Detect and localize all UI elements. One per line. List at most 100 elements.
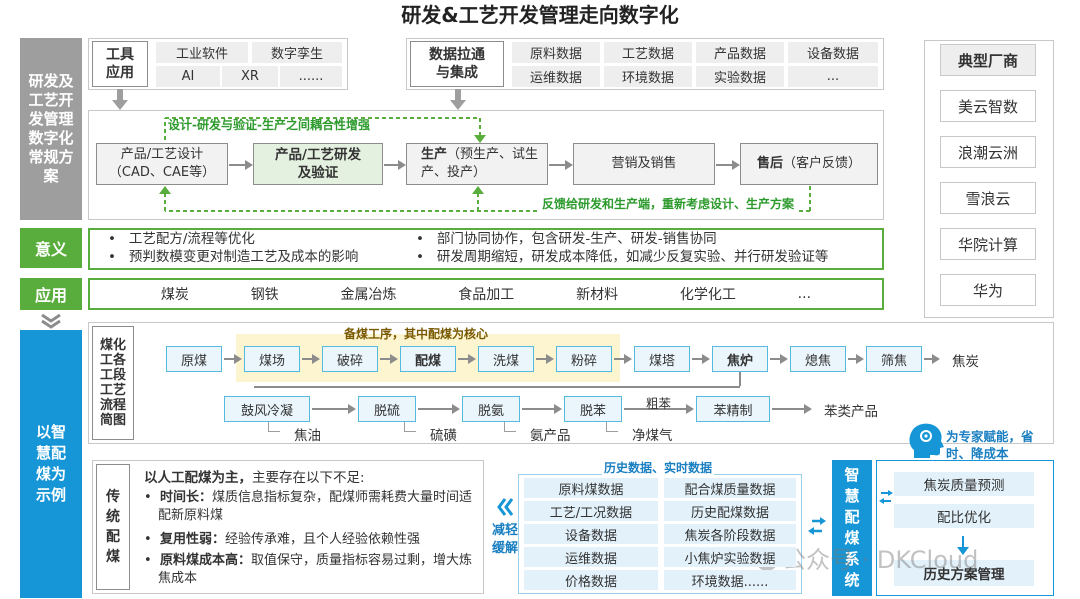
meaning-right-text: 研发周期缩短，研发成本降低，如减少反复实验、并行研发验证等 bbox=[436, 249, 829, 265]
gas-step: 脱硫 bbox=[358, 396, 416, 422]
application-panel: 煤炭 钢铁 金属冶炼 食品加工 新材料 化学化工 ... bbox=[88, 278, 884, 310]
flow-arrow bbox=[418, 404, 460, 414]
side-label-meaning: 意义 bbox=[20, 228, 82, 268]
meaning-left-item: • 预判数模变更对制造工艺及成本的影响 bbox=[108, 249, 359, 265]
meaning-right-text: 部门协同协作，包含研发-生产、研发-销售协同 bbox=[436, 231, 717, 247]
tools-label: 工具应用 bbox=[106, 47, 134, 81]
process-step: 筛焦 bbox=[866, 346, 922, 372]
side-label-smart-text: 以智慧配煤为示例 bbox=[35, 423, 66, 504]
flow-arrow bbox=[716, 160, 740, 170]
flow-arrow bbox=[848, 354, 864, 364]
traditional-issue: • 时间长：煤质信息指标复杂，配煤师需耗费大量时间适配新原料煤 bbox=[144, 490, 472, 523]
tool-cell: ...... bbox=[280, 66, 342, 87]
relief-label: 减轻缓解 bbox=[491, 523, 518, 556]
vendor-item: 华为 bbox=[940, 274, 1036, 306]
byproduct-connector bbox=[504, 422, 516, 432]
flow-arrow bbox=[380, 354, 398, 364]
traditional-label: 传统配煤 bbox=[106, 489, 120, 565]
down-arrow-icon bbox=[450, 89, 466, 110]
flow-arrow bbox=[522, 404, 562, 414]
feedback-label: 反馈给研发和生产端，重新考虑设计、生产方案 bbox=[540, 195, 797, 212]
traditional-issue: • 原料煤成本高：取值保守，质量指标容易过剩，增大炼焦成本 bbox=[144, 553, 472, 586]
traditional-issue: • 复用性弱：经验传承难，且个人经验依赖性强 bbox=[144, 532, 420, 547]
meaning-right-item: • 研发周期缩短，研发成本降低，如减少反复实验、并行研发验证等 bbox=[416, 249, 829, 265]
side-label-meaning-text: 意义 bbox=[34, 240, 67, 259]
flow-arrow bbox=[458, 354, 476, 364]
process-end-benzene: 苯类产品 bbox=[824, 404, 878, 420]
application-item: 煤炭 bbox=[160, 287, 189, 303]
gas-step: 脱氨 bbox=[462, 396, 520, 422]
process-connector bbox=[254, 386, 740, 388]
byproduct-item: 硫磺 bbox=[430, 428, 457, 444]
side-label-smart: 以智慧配煤为示例 bbox=[20, 330, 82, 598]
flow-step-rd-text: 产品/工艺研发及验证 bbox=[275, 147, 361, 181]
traditional-label-box: 传统配煤 bbox=[96, 464, 130, 590]
vendor-item: 华院计算 bbox=[940, 228, 1036, 260]
vendor-item: 雪浪云 bbox=[940, 182, 1036, 214]
data-grid-cell: 小焦炉实验数据 bbox=[664, 547, 796, 567]
application-item: 食品加工 bbox=[458, 287, 515, 303]
application-item: 金属冶炼 bbox=[340, 287, 397, 303]
tools-label-box: 工具应用 bbox=[92, 41, 148, 87]
meaning-left-item: • 工艺配方/流程等优化 bbox=[108, 231, 255, 247]
flow-arrow bbox=[224, 354, 242, 364]
traditional-heading-rest: 主要存在以下不足: bbox=[252, 470, 365, 486]
flow-step-design: 产品/工艺设计（CAD、CAE等） bbox=[96, 143, 228, 185]
coal-prep-label: 备煤工序，其中配煤为核心 bbox=[344, 327, 489, 341]
process-end-coke: 焦炭 bbox=[952, 354, 979, 370]
data-grid-cell: 工艺/工况数据 bbox=[524, 501, 658, 521]
data-cell: 实验数据 bbox=[696, 66, 784, 87]
application-item: 钢铁 bbox=[250, 287, 279, 303]
flow-arrow bbox=[312, 404, 356, 414]
flow-arrow bbox=[772, 404, 812, 414]
application-item: 化学化工 bbox=[679, 287, 736, 303]
data-grid-cell: 环境数据...... bbox=[664, 570, 796, 590]
coking-label-box: 煤化工各工段工艺流程简图 bbox=[92, 326, 134, 440]
flow-step-sales: 营销及销售 bbox=[573, 143, 715, 185]
vendors-label-text: 典型厂商 bbox=[957, 51, 1018, 70]
data-integration-label: 数据拉通与集成 bbox=[429, 47, 485, 81]
flow-arrow bbox=[384, 160, 406, 170]
tool-cell: 数字孪生 bbox=[252, 42, 342, 63]
expert-label: 为专家赋能，省时、降成本 bbox=[946, 429, 1034, 461]
smart-system-label: 智慧配煤系统 bbox=[832, 460, 872, 596]
issue-text: 经验传承难，且个人经验依赖性强 bbox=[224, 532, 420, 547]
vendors-label: 典型厂商 bbox=[940, 44, 1036, 76]
history-data-label: 历史数据、实时数据 bbox=[602, 459, 715, 476]
issue-bold: 复用性弱： bbox=[159, 532, 225, 547]
gas-step: 鼓风冷凝 bbox=[224, 396, 310, 422]
vendor-item: 美云智数 bbox=[940, 90, 1036, 122]
data-grid-cell: 焦炭各阶段数据 bbox=[664, 524, 796, 544]
process-connector bbox=[739, 372, 741, 386]
gas-step: 苯精制 bbox=[696, 396, 770, 422]
data-cell: 运维数据 bbox=[512, 66, 600, 87]
flow-arrow bbox=[614, 354, 632, 364]
byproduct-connector bbox=[606, 422, 618, 432]
process-step: 熄焦 bbox=[790, 346, 846, 372]
flow-step-aftersales-detail: （客户反馈） bbox=[783, 156, 862, 171]
flow-arrow bbox=[302, 354, 320, 364]
flow-arrow bbox=[549, 160, 573, 170]
feature-ratio-optimization: 配比优化 bbox=[894, 504, 1034, 528]
side-label-rd: 研发及工艺开发管理数字化常规方案 bbox=[20, 38, 82, 220]
process-step: 配煤 bbox=[400, 346, 456, 372]
flow-arrow bbox=[229, 160, 253, 170]
meaning-right-item: • 部门协同协作，包含研发-生产、研发-销售协同 bbox=[416, 231, 717, 247]
data-cell: 工艺数据 bbox=[604, 42, 692, 63]
watermark-text: 公众号 · DKCloud bbox=[782, 546, 979, 574]
chevron-down-icon bbox=[41, 313, 61, 329]
traditional-heading: 以人工配煤为主，主要存在以下不足: bbox=[144, 466, 365, 486]
flow-arrow bbox=[770, 354, 788, 364]
coupling-label: 设计-研发与验证-生产之间耦合性增强 bbox=[168, 118, 370, 132]
data-grid-cell: 运维数据 bbox=[524, 547, 658, 567]
data-cell: 产品数据 bbox=[696, 42, 784, 63]
tool-cell: AI bbox=[156, 66, 220, 87]
issue-bold: 原料煤成本高： bbox=[159, 553, 251, 568]
application-item: 新材料 bbox=[576, 287, 619, 303]
process-crude-benzene: 粗苯 bbox=[646, 396, 672, 411]
chevron-left-icon bbox=[497, 498, 514, 516]
flow-arrow bbox=[692, 354, 710, 364]
flow-step-production: 生产（预生产、试生产、投产） bbox=[406, 143, 548, 185]
flow-arrow bbox=[924, 354, 940, 364]
traditional-heading-bold: 以人工配煤为主， bbox=[144, 470, 252, 486]
